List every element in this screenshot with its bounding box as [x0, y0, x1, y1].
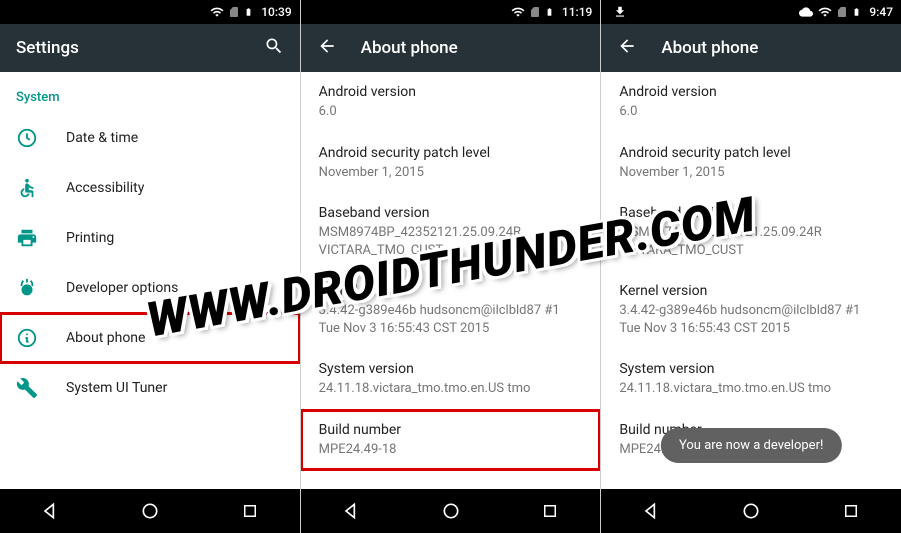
- nav-home-button[interactable]: [740, 500, 762, 522]
- printer-icon: [16, 227, 38, 249]
- info-label: Baseband version: [319, 205, 583, 221]
- menuitem-printing[interactable]: Printing: [0, 213, 300, 263]
- wifi-icon: [210, 5, 224, 19]
- menuitem-date-time[interactable]: Date & time: [0, 113, 300, 163]
- info-value: 6.0: [619, 103, 883, 121]
- wifi-icon: [818, 5, 832, 19]
- menuitem-accessibility[interactable]: Accessibility: [0, 163, 300, 213]
- info-value: 6.0: [319, 103, 583, 121]
- info-value: 3.4.42-g389e46b hudsoncm@ilclbld87 #1 Tu…: [619, 302, 883, 337]
- sim-icon: [228, 5, 240, 19]
- info-value: November 1, 2015: [319, 164, 583, 182]
- sim-icon: [529, 5, 541, 19]
- nav-home-button[interactable]: [440, 500, 462, 522]
- info-label: Build number: [319, 422, 583, 438]
- navbar: [601, 489, 901, 533]
- navbar: [0, 489, 300, 533]
- menuitem-label: Date & time: [66, 130, 138, 146]
- menuitem-label: About phone: [66, 330, 145, 346]
- page-title: About phone: [361, 38, 585, 58]
- info-android-version[interactable]: Android version 6.0: [301, 72, 601, 133]
- info-label: System version: [619, 361, 883, 377]
- nav-home-button[interactable]: [139, 500, 161, 522]
- info-value: 24.11.18.victara_tmo.tmo.en.US tmo: [319, 380, 583, 398]
- page-title: About phone: [661, 38, 885, 58]
- menuitem-developer-options[interactable]: Developer options: [0, 263, 300, 313]
- page-title: Settings: [16, 38, 240, 58]
- info-value: 24.11.18.victara_tmo.tmo.en.US tmo: [619, 380, 883, 398]
- statusbar-time: 9:47: [869, 5, 893, 19]
- menuitem-system-ui-tuner[interactable]: System UI Tuner: [0, 363, 300, 413]
- battery-icon: [852, 5, 861, 19]
- info-value: MSM8974BP_42352121.25.09.24R VICTARA_TMO…: [319, 224, 583, 259]
- developer-icon: [16, 277, 38, 299]
- menuitem-label: Accessibility: [66, 180, 144, 196]
- settings-list[interactable]: System Date & time Accessibility Printin…: [0, 72, 300, 489]
- battery-icon: [244, 5, 253, 19]
- info-label: Kernel version: [319, 283, 583, 299]
- info-security-patch[interactable]: Android security patch level November 1,…: [601, 133, 901, 194]
- info-kernel[interactable]: Kernel version 3.4.42-g389e46b hudsoncm@…: [601, 271, 901, 349]
- sim-icon: [836, 5, 848, 19]
- nav-back-button[interactable]: [640, 500, 662, 522]
- statusbar: 9:47: [601, 0, 901, 24]
- navbar: [301, 489, 601, 533]
- info-value: 3.4.42-g389e46b hudsoncm@ilclbld87 #1 Tu…: [319, 302, 583, 337]
- info-value: MPE24.49-18: [319, 441, 583, 459]
- info-value: MSM8974BP_42352121.25.09.24R VICTARA_TMO…: [619, 224, 883, 259]
- info-baseband[interactable]: Baseband version MSM8974BP_42352121.25.0…: [301, 193, 601, 271]
- panel-about-1: 11:19 About phone Android version 6.0 An…: [301, 0, 602, 533]
- info-value: November 1, 2015: [619, 164, 883, 182]
- statusbar: 10:39: [0, 0, 300, 24]
- search-icon[interactable]: [264, 36, 284, 60]
- nav-recent-button[interactable]: [239, 500, 261, 522]
- info-label: Baseband version: [619, 205, 883, 221]
- statusbar: 11:19: [301, 0, 601, 24]
- battery-icon: [545, 5, 554, 19]
- back-arrow-icon[interactable]: [617, 36, 637, 61]
- cloud-icon: [798, 5, 814, 19]
- wrench-icon: [16, 377, 38, 399]
- clock-icon: [16, 127, 38, 149]
- info-system-version[interactable]: System version 24.11.18.victara_tmo.tmo.…: [301, 349, 601, 410]
- toast-developer: You are now a developer!: [661, 428, 841, 463]
- nav-back-button[interactable]: [340, 500, 362, 522]
- info-system-version[interactable]: System version 24.11.18.victara_tmo.tmo.…: [601, 349, 901, 410]
- accessibility-icon: [16, 177, 38, 199]
- info-label: Android security patch level: [619, 145, 883, 161]
- back-arrow-icon[interactable]: [317, 36, 337, 61]
- info-label: Kernel version: [619, 283, 883, 299]
- info-android-version[interactable]: Android version 6.0: [601, 72, 901, 133]
- download-icon: [613, 5, 627, 19]
- about-list[interactable]: Android version 6.0 Android security pat…: [301, 72, 601, 489]
- appbar: Settings: [0, 24, 300, 72]
- appbar: About phone: [301, 24, 601, 72]
- info-label: Android security patch level: [319, 145, 583, 161]
- panel-about-2: 9:47 About phone Android version 6.0 And…: [601, 0, 901, 533]
- menuitem-label: Printing: [66, 230, 114, 246]
- info-baseband[interactable]: Baseband version MSM8974BP_42352121.25.0…: [601, 193, 901, 271]
- section-header-system: System: [0, 72, 300, 113]
- menuitem-label: Developer options: [66, 280, 178, 296]
- info-security-patch[interactable]: Android security patch level November 1,…: [301, 133, 601, 194]
- wifi-icon: [511, 5, 525, 19]
- about-list[interactable]: Android version 6.0 Android security pat…: [601, 72, 901, 489]
- nav-recent-button[interactable]: [840, 500, 862, 522]
- info-label: System version: [319, 361, 583, 377]
- nav-recent-button[interactable]: [539, 500, 561, 522]
- info-kernel[interactable]: Kernel version 3.4.42-g389e46b hudsoncm@…: [301, 271, 601, 349]
- statusbar-time: 10:39: [261, 5, 291, 19]
- menuitem-about-phone[interactable]: About phone: [0, 313, 300, 363]
- info-label: Android version: [319, 84, 583, 100]
- info-build-number[interactable]: Build number MPE24.49-18: [301, 410, 601, 471]
- info-icon: [16, 327, 38, 349]
- panel-settings: 10:39 Settings System Date & time Access…: [0, 0, 301, 533]
- menuitem-label: System UI Tuner: [66, 380, 167, 396]
- nav-back-button[interactable]: [39, 500, 61, 522]
- statusbar-time: 11:19: [562, 5, 592, 19]
- info-label: Android version: [619, 84, 883, 100]
- appbar: About phone: [601, 24, 901, 72]
